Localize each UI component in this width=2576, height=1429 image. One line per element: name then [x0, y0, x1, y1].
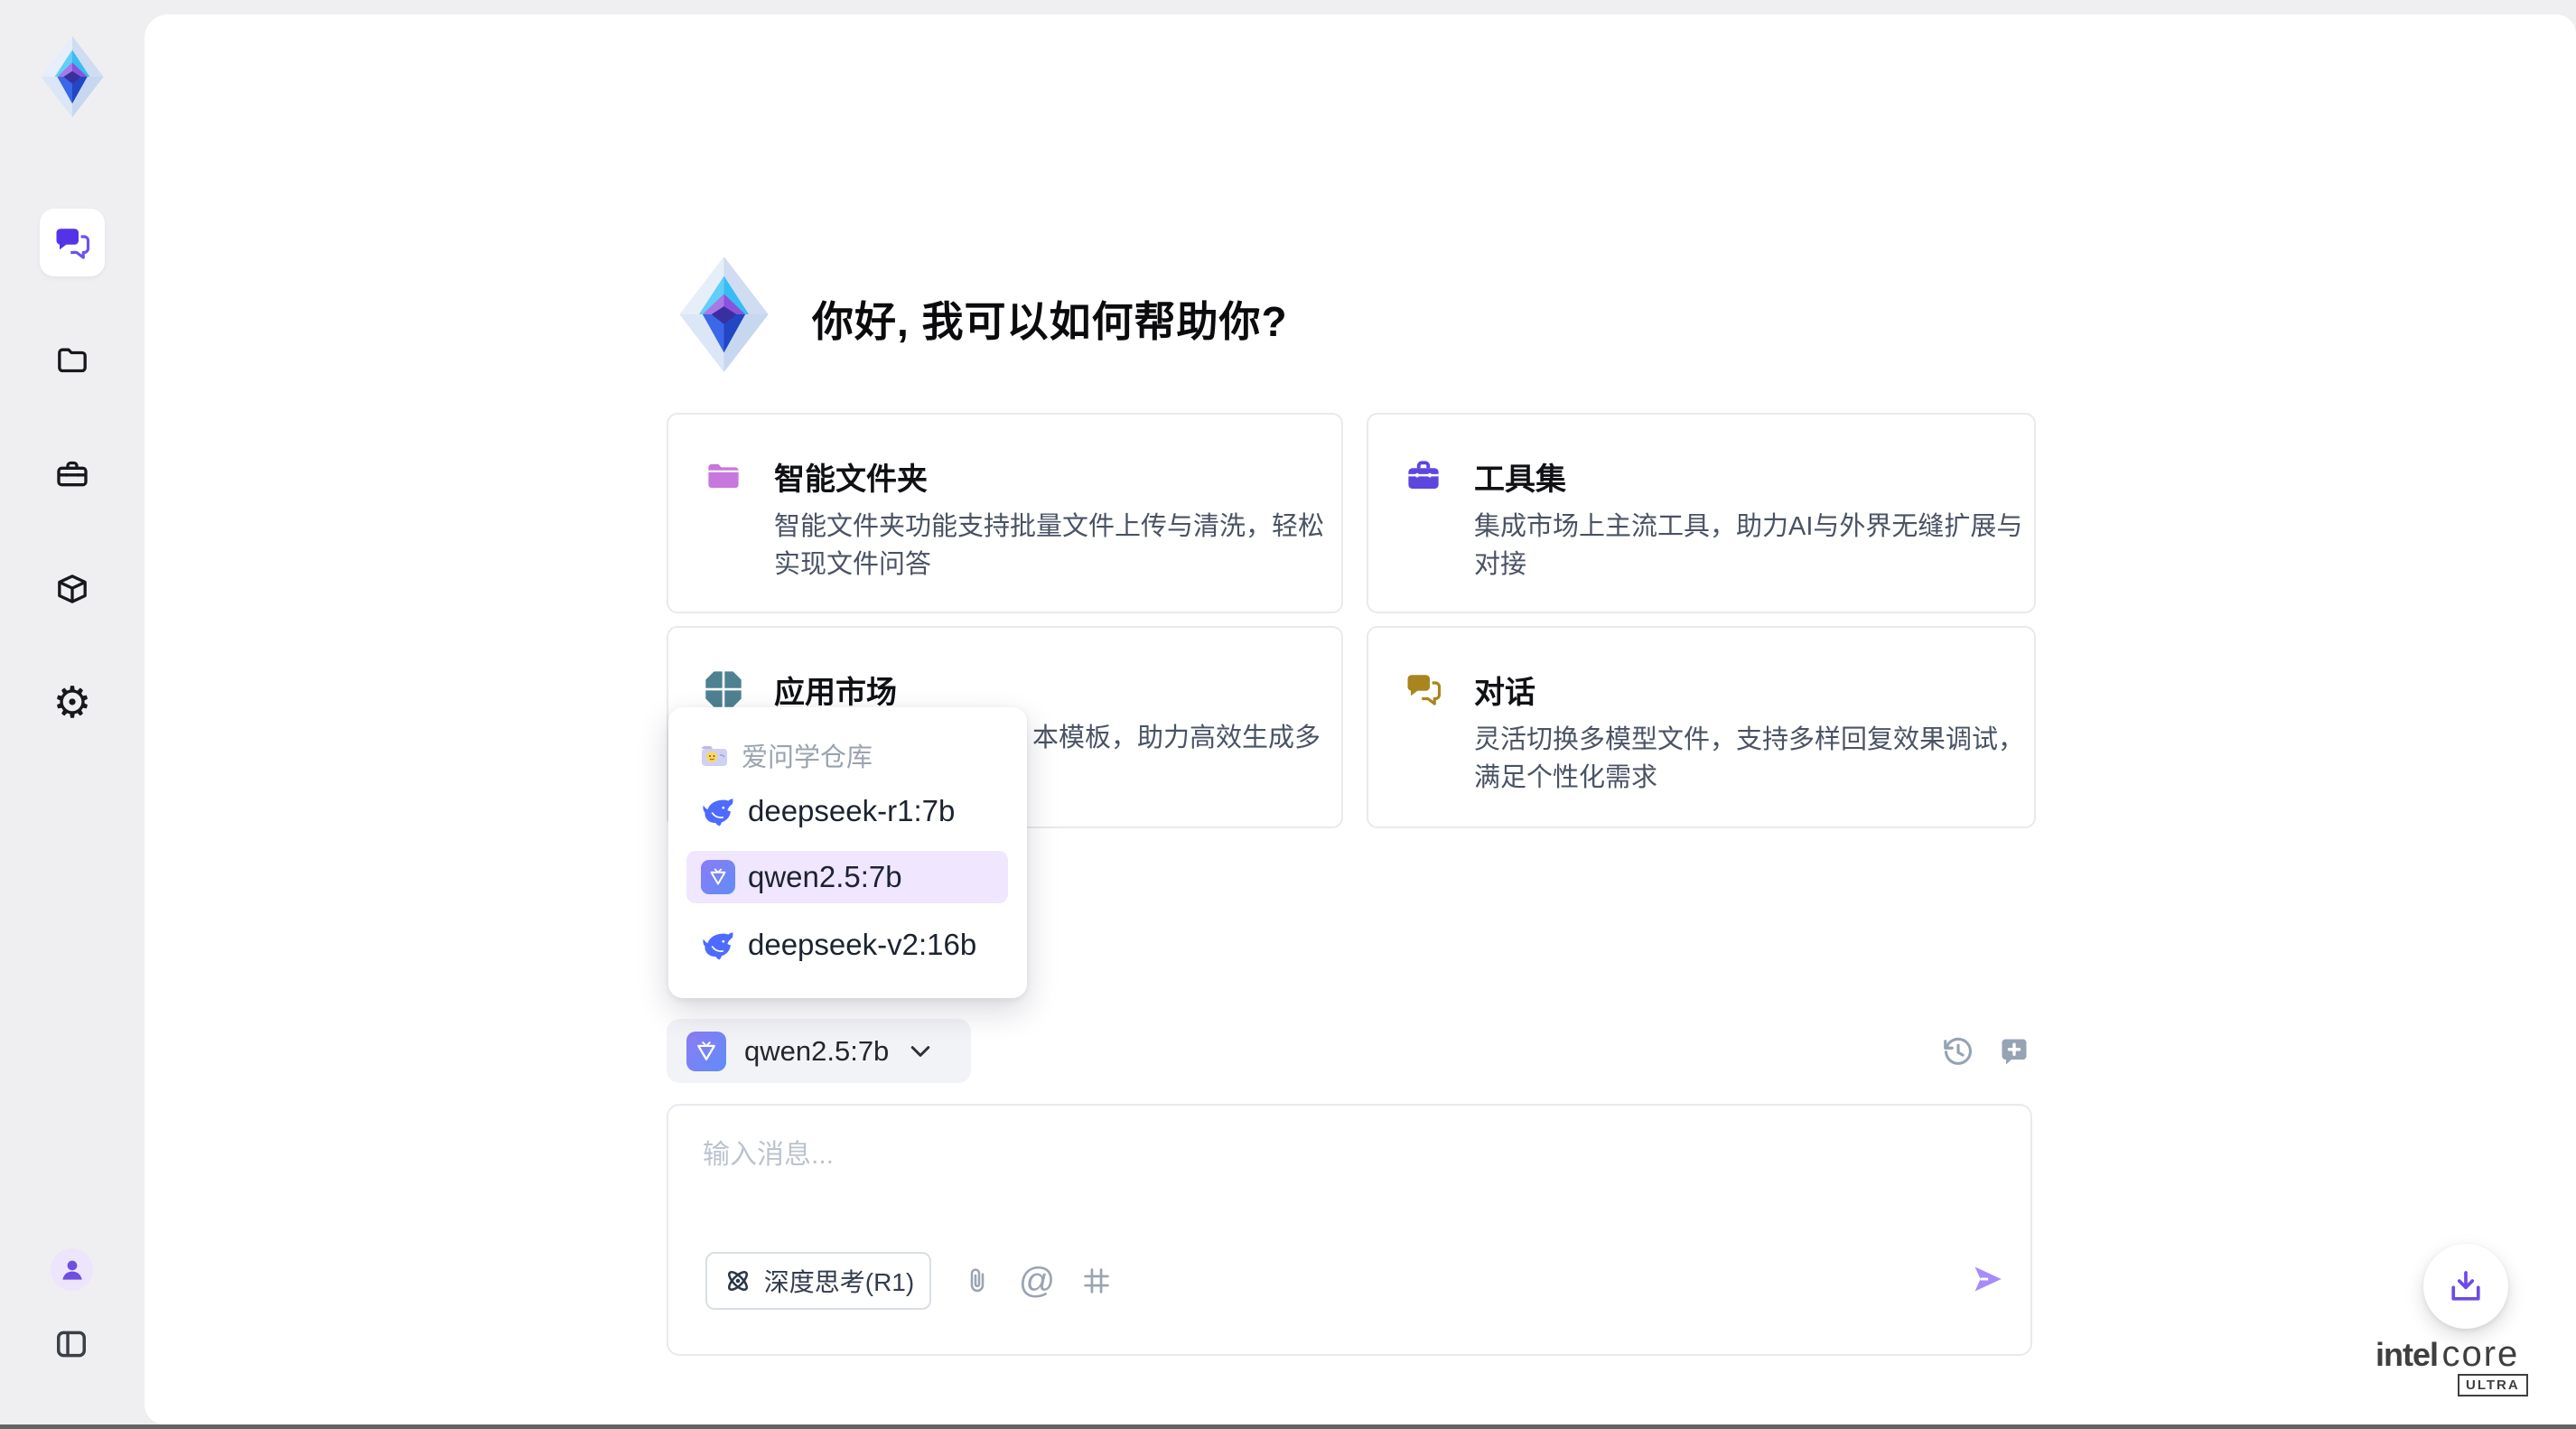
sidebar-item-settings[interactable]: ⚙ — [54, 685, 90, 723]
user-avatar[interactable] — [51, 1248, 93, 1291]
app-window: ⚙ 你好, 我可以如何帮助你? — [0, 0, 2576, 1429]
message-input[interactable] — [701, 1127, 1879, 1183]
person-icon — [59, 1256, 86, 1284]
collapse-sidebar-button[interactable] — [54, 1326, 89, 1362]
chat-bubbles-icon — [53, 224, 91, 262]
card-toolset[interactable]: 工具集 集成市场上主流工具，助力AI与外界无缝扩展与对接 — [1367, 413, 2036, 613]
history-button[interactable] — [1942, 1035, 1974, 1068]
chat-gold-icon — [1405, 670, 1442, 708]
toolbox-icon — [54, 456, 90, 492]
intel-core-ultra-logo: intel core ULTRA — [2375, 1334, 2529, 1375]
card-title: 对话 — [1474, 668, 1535, 712]
card-title: 智能文件夹 — [774, 454, 928, 499]
card-title: 应用市场 — [774, 668, 897, 712]
chevron-down-icon — [907, 1038, 934, 1065]
sidebar-item-folders[interactable] — [54, 341, 90, 378]
deep-think-toggle[interactable]: 深度思考(R1) — [705, 1252, 931, 1310]
deepseek-whale-icon — [701, 794, 735, 828]
dropdown-group-header: 爱问学仓库 — [700, 740, 873, 771]
mention-button[interactable]: @ — [1019, 1261, 1055, 1301]
model-option-label: qwen2.5:7b — [748, 860, 902, 894]
gear-icon: ⚙ — [52, 685, 91, 723]
sidebar-item-chat[interactable] — [40, 209, 105, 276]
send-button[interactable] — [1967, 1261, 2007, 1297]
cube-icon — [54, 571, 90, 607]
model-selector-button[interactable]: qwen2.5:7b — [667, 1019, 971, 1083]
atom-icon — [723, 1266, 753, 1296]
folder-icon — [54, 341, 90, 378]
model-option-deepseek-r1[interactable]: deepseek-r1:7b — [686, 785, 1008, 837]
message-composer: 深度思考(R1) @ — [667, 1104, 2032, 1356]
briefcase-filled-icon — [1405, 457, 1442, 495]
card-conversation[interactable]: 对话 灵活切换多模型文件，支持多样回复效果调试，满足个性化需求 — [1367, 626, 2036, 828]
intel-wordmark: intel — [2375, 1336, 2438, 1373]
download-app-button[interactable] — [2423, 1244, 2508, 1329]
attach-file-button[interactable] — [959, 1261, 995, 1301]
chat-actions — [1942, 1035, 2041, 1068]
card-title: 工具集 — [1474, 454, 1566, 499]
model-option-label: deepseek-r1:7b — [748, 794, 955, 828]
send-icon — [1969, 1263, 2005, 1295]
model-dropdown-menu: 爱问学仓库 deepseek-r1:7b qwen2.5:7b — [668, 707, 1027, 998]
deepseek-whale-icon — [701, 928, 735, 962]
iask-repo-icon — [700, 741, 729, 770]
card-smart-folder[interactable]: 智能文件夹 智能文件夹功能支持批量文件上传与清洗，轻松实现文件问答 — [667, 413, 1343, 613]
sidebar-item-tools[interactable] — [54, 455, 90, 493]
core-wordmark: core — [2441, 1334, 2519, 1374]
history-icon — [1942, 1035, 1974, 1068]
new-chat-button[interactable] — [1998, 1035, 2030, 1068]
sidebar: ⚙ — [0, 0, 145, 1429]
panel-toggle-icon — [54, 1327, 89, 1361]
prompt-tags-button[interactable] — [1078, 1261, 1115, 1301]
qwen-logo-icon — [701, 860, 735, 894]
download-icon — [2447, 1267, 2485, 1305]
sidebar-item-models[interactable] — [54, 570, 90, 608]
new-chat-icon — [1998, 1035, 2030, 1068]
card-description: 灵活切换多模型文件，支持多样回复效果调试，满足个性化需求 — [1474, 721, 2032, 797]
card-description-partial: 本模板，助力高效生成多 — [1032, 719, 1321, 757]
window-bottom-edge — [0, 1424, 2576, 1429]
selected-model-label: qwen2.5:7b — [744, 1035, 889, 1068]
dropdown-group-label: 爱问学仓库 — [742, 736, 873, 774]
card-description: 集成市场上主流工具，助力AI与外界无缝扩展与对接 — [1474, 508, 2032, 584]
deep-think-label: 深度思考(R1) — [764, 1263, 914, 1299]
model-option-label: deepseek-v2:16b — [748, 928, 976, 962]
greeting-title: 你好, 我可以如何帮助你? — [812, 289, 1288, 349]
qwen-logo-icon — [686, 1032, 726, 1071]
folder-filled-icon — [705, 457, 742, 495]
hash-grid-icon — [1080, 1265, 1113, 1297]
hero-diamond-logo — [666, 257, 782, 372]
paperclip-icon — [963, 1264, 992, 1298]
brand-diamond-logo — [27, 36, 117, 117]
card-description: 智能文件夹功能支持批量文件上传与清洗，轻松实现文件问答 — [774, 508, 1332, 584]
model-option-qwen-selected[interactable]: qwen2.5:7b — [686, 851, 1008, 903]
at-icon: @ — [1019, 1263, 1056, 1299]
model-option-deepseek-v2[interactable]: deepseek-v2:16b — [686, 919, 1008, 971]
ultra-badge: ULTRA — [2458, 1374, 2528, 1396]
app-market-grid-icon — [705, 670, 742, 708]
composer-tools: @ — [959, 1261, 1115, 1301]
